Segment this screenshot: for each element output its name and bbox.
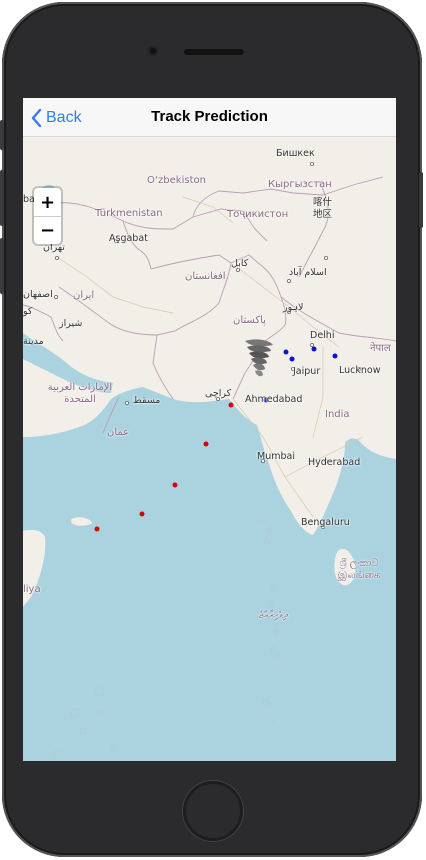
map-label-tajikistan: Тоҷикистон xyxy=(227,209,289,220)
map-label-lahore: لاہور xyxy=(283,302,304,313)
map-label-bishkek: Бишкек xyxy=(276,148,315,159)
map-label-kabul: کابل xyxy=(231,258,249,269)
map-label-islamabad: اسلام آباد xyxy=(289,267,327,278)
track-point[interactable] xyxy=(172,482,178,488)
track-point[interactable] xyxy=(332,353,338,359)
map-label-somalia-edge: liya xyxy=(23,584,41,595)
track-point[interactable] xyxy=(203,441,209,447)
map-label-nepal: नेपाल xyxy=(370,343,391,354)
page-title: Track Prediction xyxy=(151,108,268,125)
map-label-xinjiang: 喀什地区 xyxy=(313,197,333,220)
map-label-oman: عمان xyxy=(107,427,130,438)
map-label-kyrgyzstan: Кыргызстан xyxy=(268,179,332,190)
earpiece-speaker xyxy=(184,49,244,55)
map-label-isfahan: اصفهان xyxy=(23,289,53,300)
map-label-maldives: ދިވެހިރާއްޖެ xyxy=(259,610,288,621)
map-label-karachi: کراچی xyxy=(205,388,232,399)
zoom-in-button[interactable]: + xyxy=(34,188,61,216)
zoom-control: + − xyxy=(34,188,61,244)
track-point[interactable] xyxy=(94,526,100,532)
volume-down-button xyxy=(0,238,4,294)
track-point[interactable] xyxy=(283,349,289,355)
map-label-srilanka: ශ්‍රී ලංකාව இலங்கை xyxy=(337,558,381,581)
map-label-ahmedabad: Ahmedabad xyxy=(245,394,303,405)
volume-up-button xyxy=(0,170,4,226)
map-label-turkmenistan: Türkmenistan xyxy=(95,208,163,219)
map-label-bengaluru: Bengaluru xyxy=(301,517,350,528)
map-label-jaipur: Jaipur xyxy=(293,366,321,377)
map-label-muscat: مسقط xyxy=(133,395,161,406)
track-point[interactable] xyxy=(228,402,234,408)
navigation-bar: Back Track Prediction xyxy=(23,98,396,137)
map-label-mumbai: Mumbai xyxy=(257,451,295,462)
map-label-india: India xyxy=(325,409,350,420)
map-canvas[interactable] xyxy=(23,137,396,761)
map-label-afghanistan: افغانستان xyxy=(185,271,226,282)
power-button xyxy=(419,172,423,228)
map-label-uae: الإمارات العربية المتحدة xyxy=(47,382,113,405)
track-point[interactable] xyxy=(139,511,145,517)
map-label-kuwait: كو xyxy=(23,306,33,317)
track-point[interactable] xyxy=(289,356,295,362)
map-label-uzbekistan: O‘zbekiston xyxy=(147,175,206,186)
screen: Бишкек O‘zbekiston Кыргызстан Türkmenist… xyxy=(23,98,396,761)
map-label-iran: ایران xyxy=(73,290,95,301)
mute-switch xyxy=(0,120,4,150)
map-label-delhi: Delhi xyxy=(310,330,335,341)
map-label-pakistan: پاکستان xyxy=(233,315,266,326)
zoom-out-button[interactable]: − xyxy=(34,216,61,244)
map-label-shiraz: شیراز xyxy=(59,318,83,329)
map-label-hyderabad: Hyderabad xyxy=(308,457,361,468)
track-point[interactable] xyxy=(311,346,317,352)
map-label-lucknow: Lucknow xyxy=(339,365,381,376)
map-label-medina: مدينة xyxy=(23,336,44,347)
front-camera xyxy=(148,46,158,56)
map-view[interactable]: Бишкек O‘zbekiston Кыргызстан Türkmenist… xyxy=(23,137,396,761)
home-button[interactable] xyxy=(183,781,243,841)
map-label-ashgabat: Aşgabat xyxy=(109,233,148,244)
